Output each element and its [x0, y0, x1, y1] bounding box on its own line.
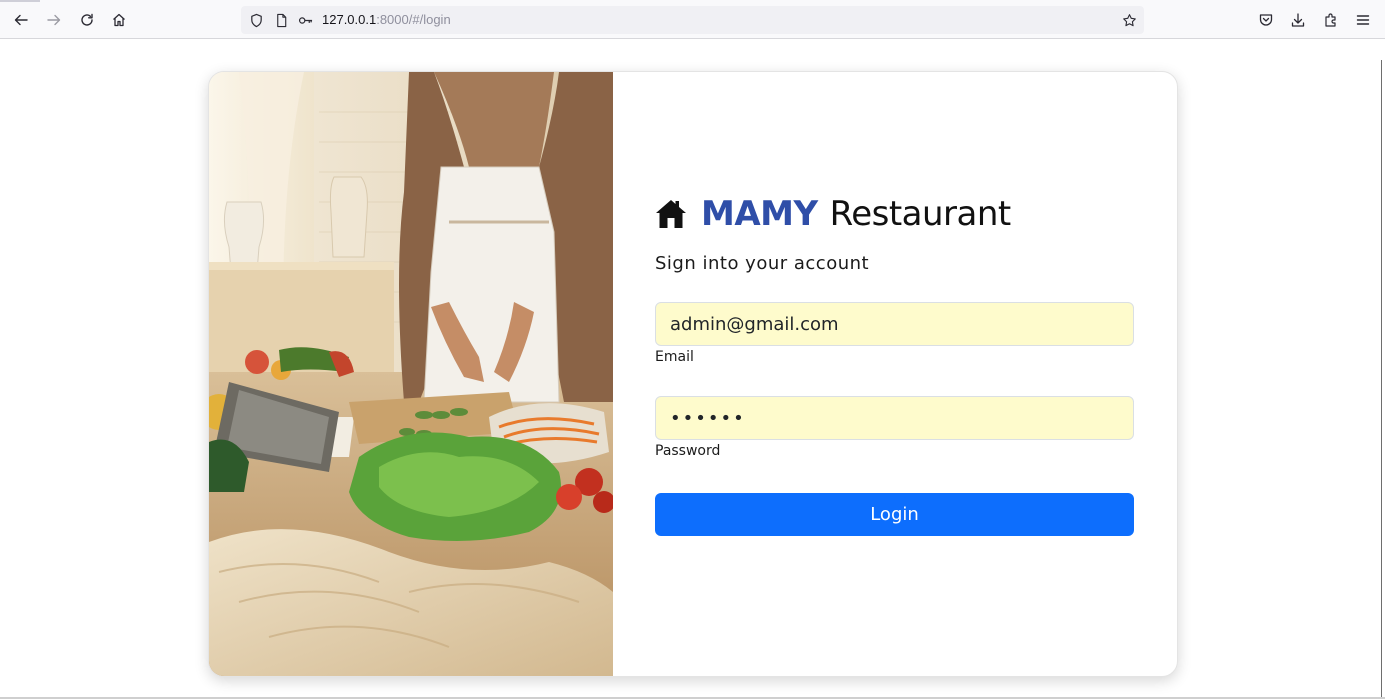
browser-toolbar: 127.0.0.1:8000/#/login [0, 0, 1385, 39]
home-icon [656, 200, 686, 228]
password-label: Password [655, 443, 721, 459]
url-bar[interactable]: 127.0.0.1:8000/#/login [241, 6, 1144, 34]
back-icon[interactable] [9, 8, 33, 32]
email-label: Email [655, 349, 694, 365]
page-icon[interactable] [273, 12, 289, 28]
menu-icon[interactable] [1351, 8, 1375, 32]
extensions-icon[interactable] [1319, 8, 1343, 32]
password-field[interactable] [655, 396, 1134, 440]
reload-icon[interactable] [75, 8, 99, 32]
url-text[interactable]: 127.0.0.1:8000/#/login [322, 12, 451, 28]
key-icon[interactable] [297, 12, 313, 28]
brand-name: MAMY [701, 194, 818, 234]
pocket-icon[interactable] [1254, 8, 1278, 32]
login-card: MAMY Restaurant Sign into your account E… [208, 71, 1178, 677]
brand-heading: MAMY Restaurant [655, 192, 1011, 236]
home-icon[interactable] [107, 8, 131, 32]
url-path: :8000/#/login [376, 12, 451, 27]
tab-strip-edge [0, 0, 40, 2]
email-field[interactable] [655, 302, 1134, 346]
bookmark-star-icon[interactable] [1121, 12, 1137, 28]
login-button[interactable]: Login [655, 493, 1134, 536]
sign-in-subtitle: Sign into your account [655, 253, 870, 274]
url-host: 127.0.0.1 [322, 12, 377, 27]
brand-suffix: Restaurant [829, 194, 1012, 234]
download-icon[interactable] [1286, 8, 1310, 32]
shield-icon[interactable] [248, 12, 264, 28]
kitchen-photo [209, 72, 613, 676]
page-edge-line [1381, 60, 1382, 699]
forward-icon[interactable] [42, 8, 66, 32]
